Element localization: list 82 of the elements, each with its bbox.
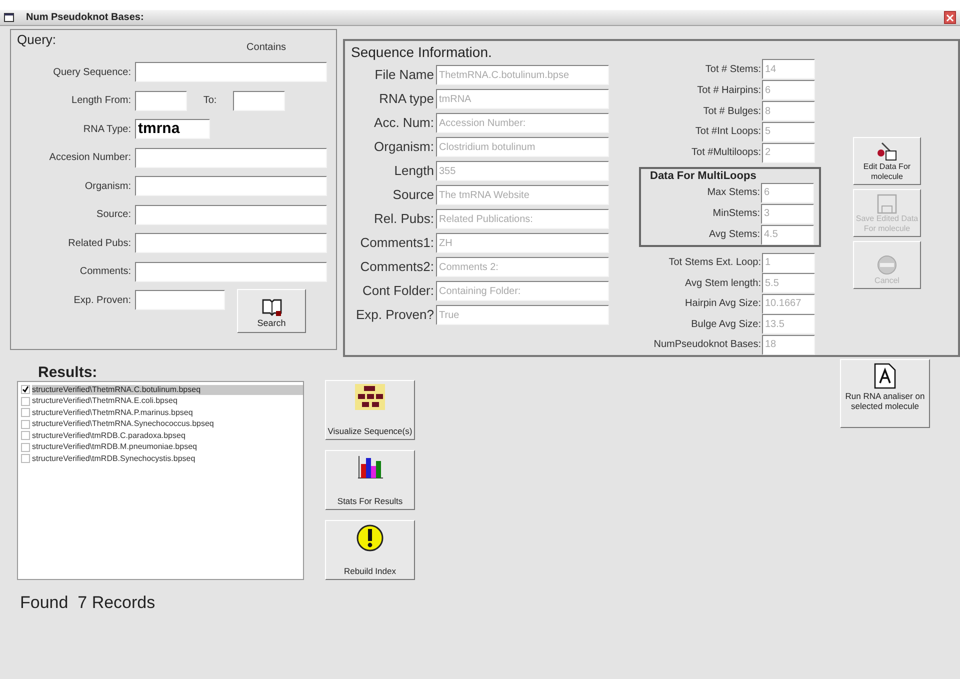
field-label: Tot # Hairpins: — [697, 84, 762, 98]
checkbox[interactable] — [21, 454, 30, 464]
action-button[interactable]: Visualize Sequence(s) — [325, 380, 415, 440]
field-label: Avg Stem length: — [685, 276, 762, 291]
window-icon — [4, 13, 14, 22]
text-field[interactable] — [135, 233, 327, 254]
panel-title: Sequence Information. — [351, 43, 493, 62]
checkbox[interactable] — [21, 396, 30, 406]
text-field[interactable] — [135, 90, 187, 111]
field-label: Organism: — [84, 180, 132, 194]
field-label: Tot #Int Loops: — [695, 125, 762, 140]
field-label: Tot # Bulges: — [703, 104, 762, 119]
text-field[interactable] — [135, 262, 327, 282]
search-button[interactable]: Search — [237, 289, 306, 334]
field-label: Tot Stems Ext. Loop: — [668, 256, 762, 270]
bar-chart-icon — [356, 454, 384, 480]
field-label: Length From: — [70, 94, 132, 108]
list-item[interactable]: structureVerified\tmRDB.C.paradoxa.bpseq — [32, 430, 303, 441]
list-item[interactable]: structureVerified\ThetmRNA.E.coli.bpseq — [32, 396, 303, 406]
field-label: To: — [202, 94, 218, 108]
status-text: Found 7 Records — [20, 592, 156, 614]
floppy-icon — [876, 194, 898, 214]
field-label: Max Stems: — [707, 186, 761, 200]
list-item[interactable]: structureVerified\tmRDB.M.pneumoniae.bpseq — [32, 442, 303, 452]
field-label: Exp. Proven? — [354, 306, 435, 324]
field-label: Acc. Num: — [373, 114, 435, 132]
run-analyser-button[interactable]: Run RNA analiser on selected molecule — [840, 359, 930, 428]
text-field[interactable] — [135, 148, 327, 168]
field-label: Comments1: — [359, 234, 435, 252]
text-field[interactable] — [135, 62, 327, 82]
field-label: NumPseudoknot Bases: — [654, 338, 762, 352]
text-field[interactable] — [135, 204, 327, 225]
close-icon — [946, 14, 954, 22]
text-field[interactable] — [135, 290, 225, 310]
action-button[interactable]: Rebuild Index — [325, 520, 415, 580]
field-label: RNA Type: — [82, 122, 132, 137]
field-label: Related Pubs: — [67, 236, 132, 251]
text-field[interactable] — [135, 176, 327, 196]
action-button[interactable]: Stats For Results — [325, 450, 415, 510]
window-title: Num Pseudoknot Bases: — [26, 11, 144, 25]
text-field[interactable]: tmrna — [135, 119, 210, 140]
field-label: Cont Folder: — [361, 282, 435, 300]
field-label: File Name — [374, 66, 435, 84]
field-label: Tot #Multiloops: — [692, 146, 762, 160]
panel-title: Query: — [17, 31, 56, 49]
field-label: Exp. Proven: — [72, 294, 132, 308]
close-button[interactable] — [944, 11, 956, 24]
checkbox[interactable] — [21, 385, 30, 394]
section-title: Results: — [38, 365, 98, 381]
checkbox[interactable] — [21, 420, 30, 429]
book-icon — [260, 296, 282, 317]
list-item[interactable]: structureVerified\ThetmRNA.C.botulinum.bpseq — [32, 384, 303, 395]
toolbar-button[interactable]: Edit Data For molecule — [853, 137, 921, 185]
field-label: Organism: — [373, 138, 435, 156]
field-label: Avg Stems: — [709, 228, 761, 242]
field-label: Tot # Stems: — [705, 62, 762, 77]
checkbox[interactable] — [21, 431, 30, 440]
checkbox[interactable] — [21, 408, 30, 418]
warning-icon — [356, 524, 384, 552]
text-field[interactable] — [233, 90, 285, 111]
checkbox[interactable] — [21, 442, 30, 452]
field-label: Comments: — [78, 265, 132, 280]
field-label: Source — [392, 186, 435, 204]
field-label: Length — [393, 162, 435, 180]
no-entry-icon — [876, 254, 898, 276]
field-label: Hairpin Avg Size: — [685, 297, 762, 312]
field-label: RNA type — [378, 90, 435, 108]
hierarchy-icon — [355, 384, 385, 410]
field-label: Source: — [96, 208, 132, 222]
document-icon — [874, 363, 896, 389]
field-label: Accesion Number: — [48, 151, 132, 166]
column-label: Contains — [246, 41, 286, 55]
field-label: Query Sequence: — [52, 66, 132, 80]
field-label: Comments2: — [359, 258, 435, 276]
field-label: Rel. Pubs: — [373, 210, 435, 228]
list-item[interactable]: structureVerified\tmRDB.Synechocystis.bpseq — [32, 454, 303, 464]
field-label: MinStems: — [712, 207, 761, 222]
list-item[interactable]: structureVerified\ThetmRNA.Synechococcus.bpseq — [32, 419, 303, 430]
list-item[interactable]: structureVerified\ThetmRNA.P.marinus.bpseq — [32, 408, 303, 418]
field-label: Bulge Avg Size: — [691, 318, 762, 332]
check-icon — [22, 386, 29, 394]
box-title: Data For MultiLoops — [650, 170, 756, 182]
